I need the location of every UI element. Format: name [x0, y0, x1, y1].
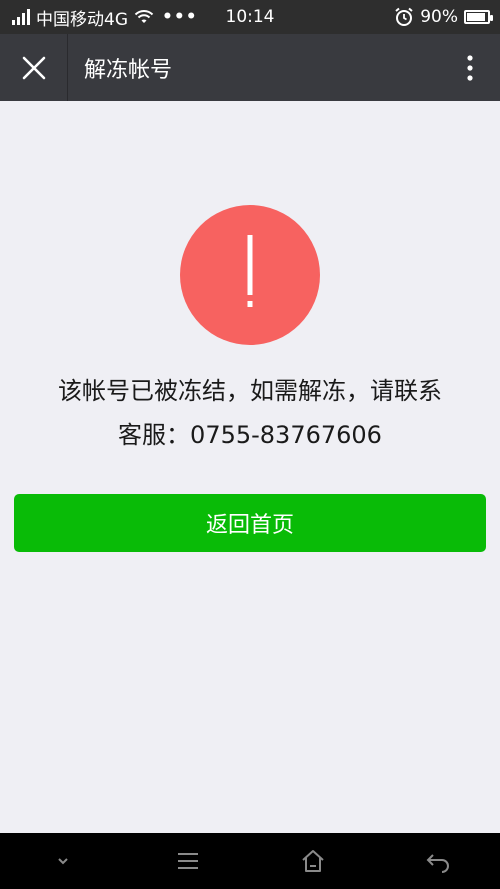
hide-nav-button[interactable] — [33, 833, 93, 889]
menu-button[interactable] — [158, 833, 218, 889]
home-button[interactable] — [283, 833, 343, 889]
home-icon — [301, 850, 324, 872]
close-button[interactable] — [0, 34, 68, 101]
status-bar: 中国移动4G ••• 10:14 90% — [0, 0, 500, 34]
return-home-button[interactable]: 返回首页 — [14, 494, 486, 552]
more-button[interactable] — [440, 34, 500, 101]
alarm-icon — [395, 7, 413, 26]
warning-icon — [180, 205, 320, 345]
back-icon — [426, 854, 449, 873]
page-title: 解冻帐号 — [84, 57, 173, 83]
system-nav-bar — [0, 833, 500, 889]
message-line-2: 客服：0755-83767606 — [118, 421, 382, 449]
battery-fill — [467, 13, 485, 21]
message-line-1: 该帐号已被冻结，如需解冻，请联系 — [58, 377, 442, 405]
main-content: 该帐号已被冻结，如需解冻，请联系 客服：0755-83767606 返回首页 — [0, 101, 500, 833]
battery-percent: 90% — [420, 7, 458, 27]
close-icon — [22, 56, 45, 79]
status-right: 90% — [394, 0, 493, 34]
back-button[interactable] — [408, 833, 468, 889]
freeze-message: 该帐号已被冻结，如需解冻，请联系 客服：0755-83767606 — [0, 369, 500, 457]
more-vertical-icon — [467, 54, 473, 81]
menu-icon — [177, 853, 198, 869]
chevron-down-icon — [57, 858, 68, 865]
title-bar: 解冻帐号 — [0, 34, 500, 101]
battery-icon — [464, 10, 493, 24]
exclamation-mark — [247, 235, 253, 307]
